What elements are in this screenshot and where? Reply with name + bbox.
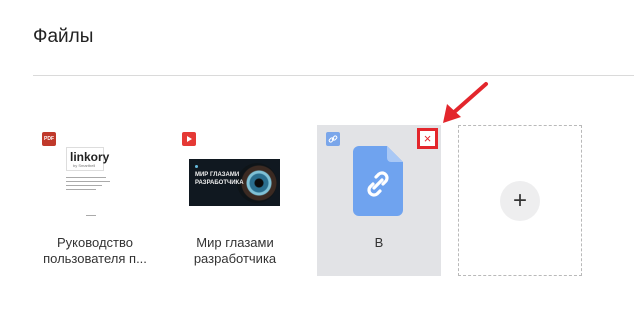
annotation-arrow <box>443 82 488 123</box>
